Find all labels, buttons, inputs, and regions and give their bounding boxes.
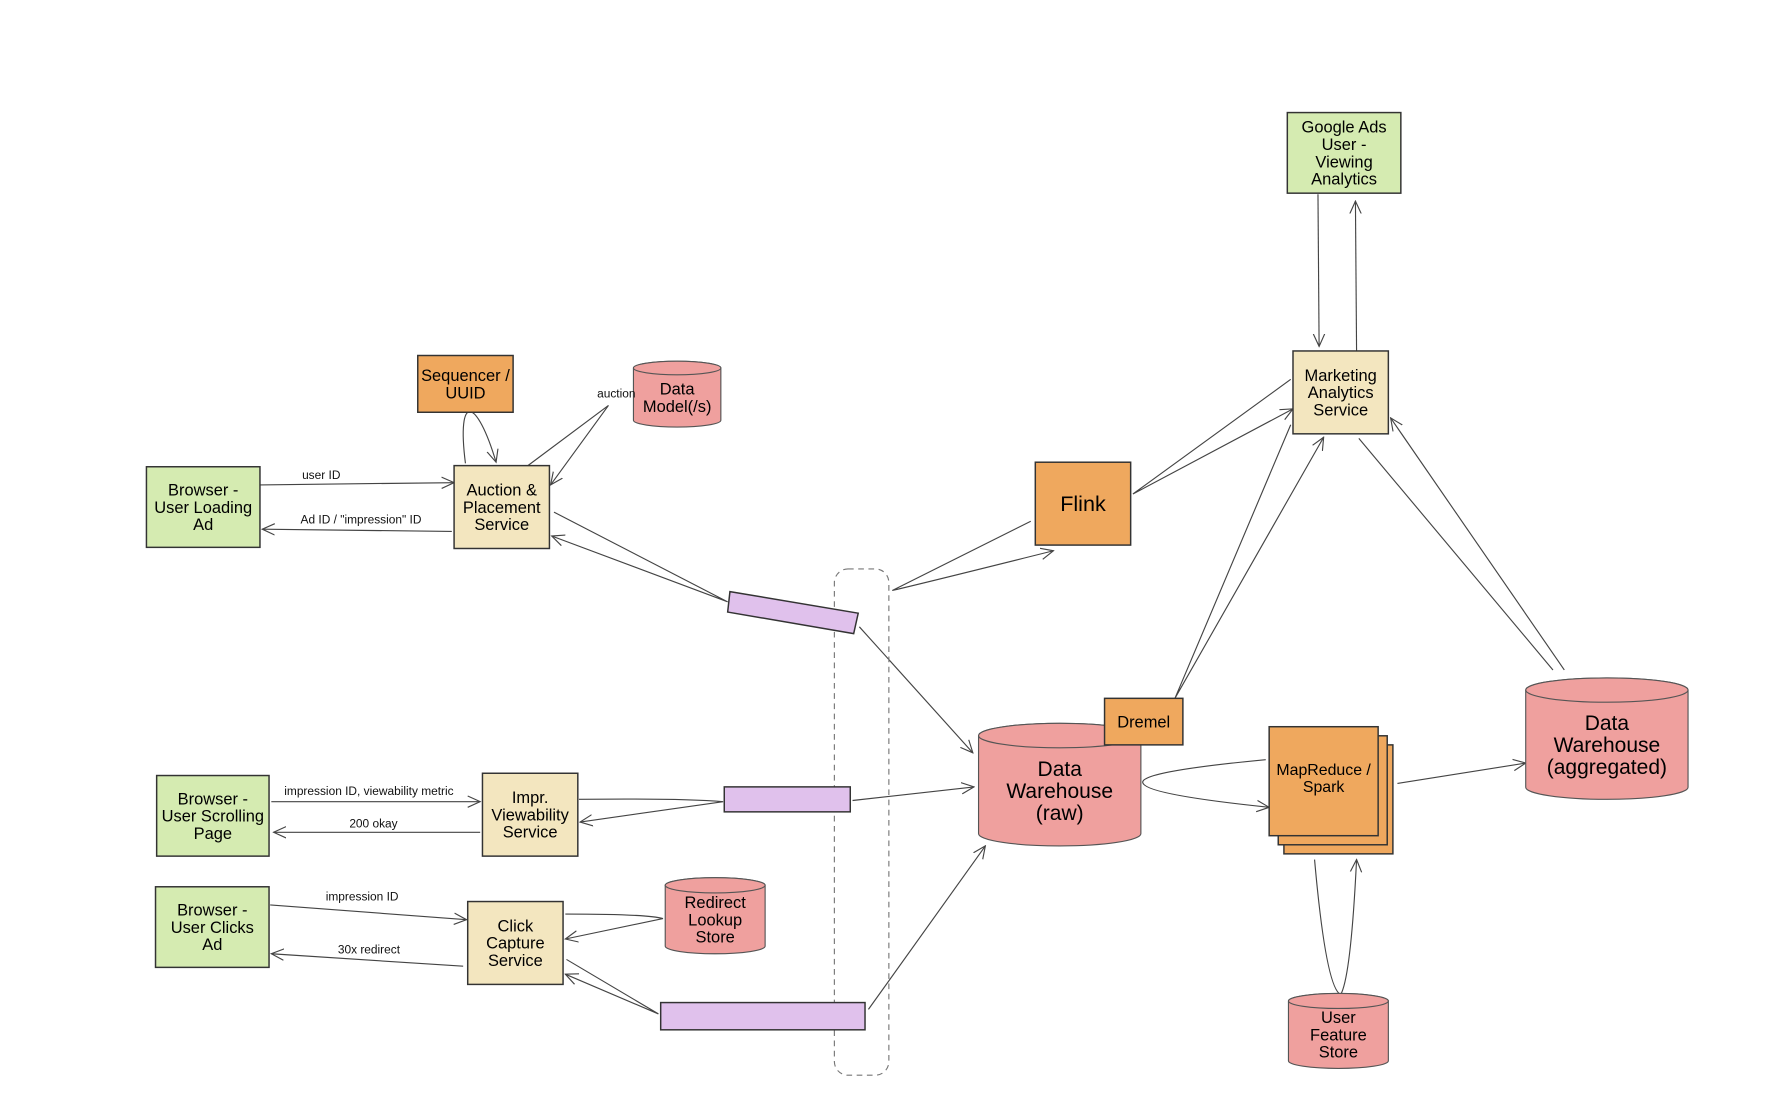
queue-group-frame	[833, 568, 890, 1076]
sequencer[interactable]: Sequencer / UUID	[417, 354, 514, 413]
connector-arrow	[262, 529, 452, 531]
connector-arrow	[1358, 438, 1554, 671]
connector-arrow	[1314, 860, 1357, 996]
data-model[interactable]: Data Model(/s)	[632, 360, 722, 428]
queue-impr[interactable]	[723, 786, 852, 813]
connector-arrow	[852, 787, 974, 802]
connector-arrow	[1318, 194, 1319, 346]
dw-aggregated[interactable]: Data Warehouse (aggregated)	[1525, 677, 1689, 800]
dremel-label: Dremel	[1117, 713, 1170, 731]
connector-arrow	[552, 511, 728, 603]
connector-arrow	[858, 626, 973, 753]
architecture-diagram: Sequencer / UUID Data Model(/s) Browser -Use…	[145, 111, 1689, 1076]
edge-label-redirect-30x: 30x redirect	[338, 943, 401, 957]
edge-label-ok-200: 200 okay	[349, 817, 397, 831]
google-ads-user[interactable]: Google Ads User -Viewing Analytics	[1286, 111, 1402, 194]
connector-arrow	[1391, 418, 1565, 671]
connector-arrow	[270, 904, 466, 920]
connector-arrow	[1142, 759, 1269, 808]
connector-arrow	[892, 520, 1053, 592]
flink[interactable]: Flink	[1034, 461, 1132, 546]
dremel[interactable]: Dremel	[1103, 697, 1184, 746]
connector-arrow	[1355, 201, 1356, 351]
flink-label: Flink	[1060, 491, 1106, 516]
connector-arrow	[565, 913, 664, 939]
marketing-service-label: Marketing Analytics Service	[1305, 367, 1377, 420]
connector-arrow	[1397, 763, 1525, 785]
browser-clicks[interactable]: Browser -User Clicks Ad	[154, 886, 270, 969]
connector-arrow	[579, 798, 724, 822]
connector-arrow	[462, 411, 496, 464]
marketing-service[interactable]: Marketing Analytics Service	[1292, 350, 1390, 435]
redirect-store[interactable]: Redirect Lookup Store	[664, 877, 766, 955]
queue-auction[interactable]	[726, 590, 860, 635]
edge-label-impr-viewability: impression ID, viewability metric	[284, 784, 453, 798]
connector-arrow	[867, 846, 985, 1010]
click-service[interactable]: Click Capture Service	[466, 900, 564, 986]
queue-click[interactable]	[659, 1001, 866, 1031]
browser-loading[interactable]: Browser -User Loading Ad	[145, 466, 261, 549]
edge-label-ad-id: Ad ID / "impression" ID	[301, 513, 422, 527]
connector-arrow	[1174, 424, 1324, 699]
user-feature-store[interactable]: User Feature Store	[1287, 992, 1389, 1069]
auction-service[interactable]: Auction & Placement Service	[453, 464, 551, 550]
impr-service[interactable]: Impr. Viewability Service	[481, 772, 579, 857]
edge-label-impression-id: impression ID	[326, 889, 399, 903]
browser-scrolling[interactable]: Browser -User Scrolling Page	[155, 774, 270, 857]
mapreduce[interactable]: MapReduce / Spark	[1268, 725, 1394, 855]
edge-label-user-id: user ID	[302, 468, 341, 482]
connector-arrow	[259, 483, 454, 485]
edge-label-auction: auction	[597, 387, 635, 401]
connector-arrow	[565, 958, 659, 1015]
